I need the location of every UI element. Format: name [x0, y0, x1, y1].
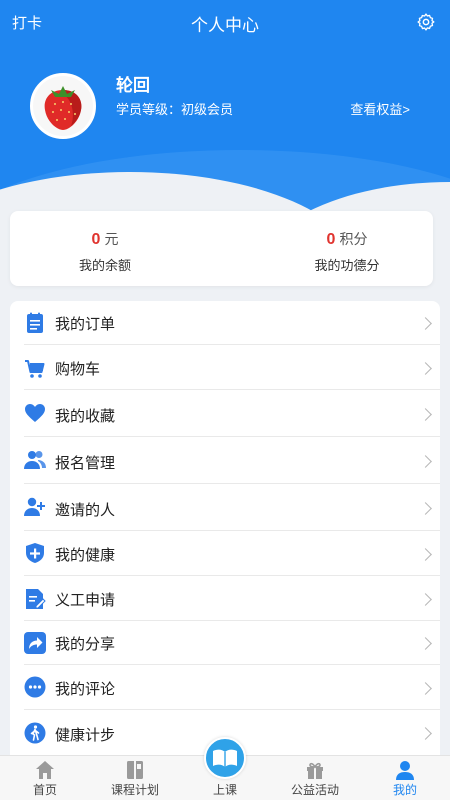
- menu-item-cart[interactable]: 购物车: [24, 345, 440, 390]
- page-title: 个人中心: [191, 16, 259, 35]
- comment-icon: [24, 676, 46, 698]
- tab-course-plan[interactable]: 课程计划: [90, 756, 180, 800]
- health-shield-icon: [26, 543, 44, 563]
- tab-label: 首页: [32, 783, 57, 797]
- book-plan-icon: [127, 761, 143, 779]
- chevron-right-icon: [419, 727, 432, 740]
- user-name: 轮回: [116, 76, 150, 95]
- menu-item-orders[interactable]: 我的订单: [24, 301, 440, 345]
- class-center-button[interactable]: [204, 737, 246, 779]
- avatar[interactable]: [30, 73, 96, 139]
- member-level: 学员等级：初级会员: [116, 102, 234, 117]
- gear-icon[interactable]: [416, 12, 436, 32]
- chevron-right-icon: [419, 317, 432, 330]
- menu-item-registration[interactable]: 报名管理: [24, 437, 440, 484]
- menu-list: 我的订单 购物车 我的收藏 报名管理 邀请的人 我的健康 义工申请 我的分享 我…: [10, 301, 440, 761]
- order-icon: [27, 312, 43, 333]
- chevron-right-icon: [419, 637, 432, 650]
- tab-label: 课程计划: [110, 783, 159, 797]
- balance-unit: 元: [104, 231, 119, 247]
- merit-unit: 积分: [339, 231, 368, 247]
- menu-item-comments[interactable]: 我的评论: [24, 665, 440, 710]
- chevron-right-icon: [419, 408, 432, 421]
- application-form-icon: [26, 589, 46, 609]
- walking-icon: [24, 722, 46, 744]
- menu-item-label: 我的健康: [55, 547, 116, 564]
- chevron-right-icon: [419, 682, 432, 695]
- tab-label: 上课: [212, 783, 237, 797]
- merit-label: 我的功德分: [314, 258, 380, 273]
- menu-item-label: 我的分享: [55, 636, 116, 653]
- users-icon: [24, 451, 46, 469]
- menu-item-health[interactable]: 我的健康: [24, 531, 440, 576]
- tab-charity[interactable]: 公益活动: [270, 756, 360, 800]
- merit-stat[interactable]: 0 积分 我的功德分: [267, 229, 427, 274]
- add-user-icon: [24, 497, 45, 516]
- chevron-right-icon: [419, 593, 432, 606]
- open-book-icon: [213, 749, 237, 767]
- balance-label: 我的余额: [78, 258, 131, 273]
- home-icon: [36, 761, 54, 779]
- balance-stat[interactable]: 0元 我的余额: [25, 229, 185, 274]
- menu-item-label: 购物车: [55, 361, 101, 378]
- balance-value: 0: [91, 231, 101, 248]
- tab-mine[interactable]: 我的: [360, 756, 450, 800]
- share-icon: [24, 632, 46, 654]
- chevron-right-icon: [419, 455, 432, 468]
- cart-icon: [25, 360, 45, 378]
- heart-icon: [25, 404, 45, 422]
- menu-item-label: 我的订单: [55, 316, 116, 333]
- tab-label: 公益活动: [290, 783, 339, 797]
- tab-home[interactable]: 首页: [0, 756, 90, 800]
- chevron-right-icon: [419, 362, 432, 375]
- menu-item-label: 我的收藏: [55, 408, 116, 425]
- gift-icon: [307, 762, 323, 779]
- chevron-right-icon: [419, 502, 432, 515]
- chevron-right-icon: [419, 548, 432, 561]
- top-bar: 打卡 个人中心: [0, 0, 450, 44]
- menu-item-label: 我的评论: [55, 681, 116, 698]
- menu-item-share[interactable]: 我的分享: [24, 621, 440, 665]
- menu-item-label: 邀请的人: [55, 502, 116, 519]
- menu-item-invited[interactable]: 邀请的人: [24, 484, 440, 531]
- profile-header: 打卡 个人中心 轮回 学员等级：初级会员 查看权益>: [0, 0, 450, 245]
- merit-value: 0: [326, 231, 336, 248]
- menu-item-label: 报名管理: [55, 455, 116, 472]
- menu-item-favorites[interactable]: 我的收藏: [24, 390, 440, 437]
- stats-card: 0元 我的余额 0 积分 我的功德分: [10, 211, 433, 286]
- menu-item-label: 义工申请: [55, 592, 116, 609]
- user-icon: [396, 761, 414, 780]
- view-rights-link[interactable]: 查看权益>: [350, 99, 410, 118]
- tab-label: 我的: [392, 783, 417, 797]
- menu-item-volunteer[interactable]: 义工申请: [24, 576, 440, 621]
- menu-item-label: 健康计步: [55, 727, 116, 744]
